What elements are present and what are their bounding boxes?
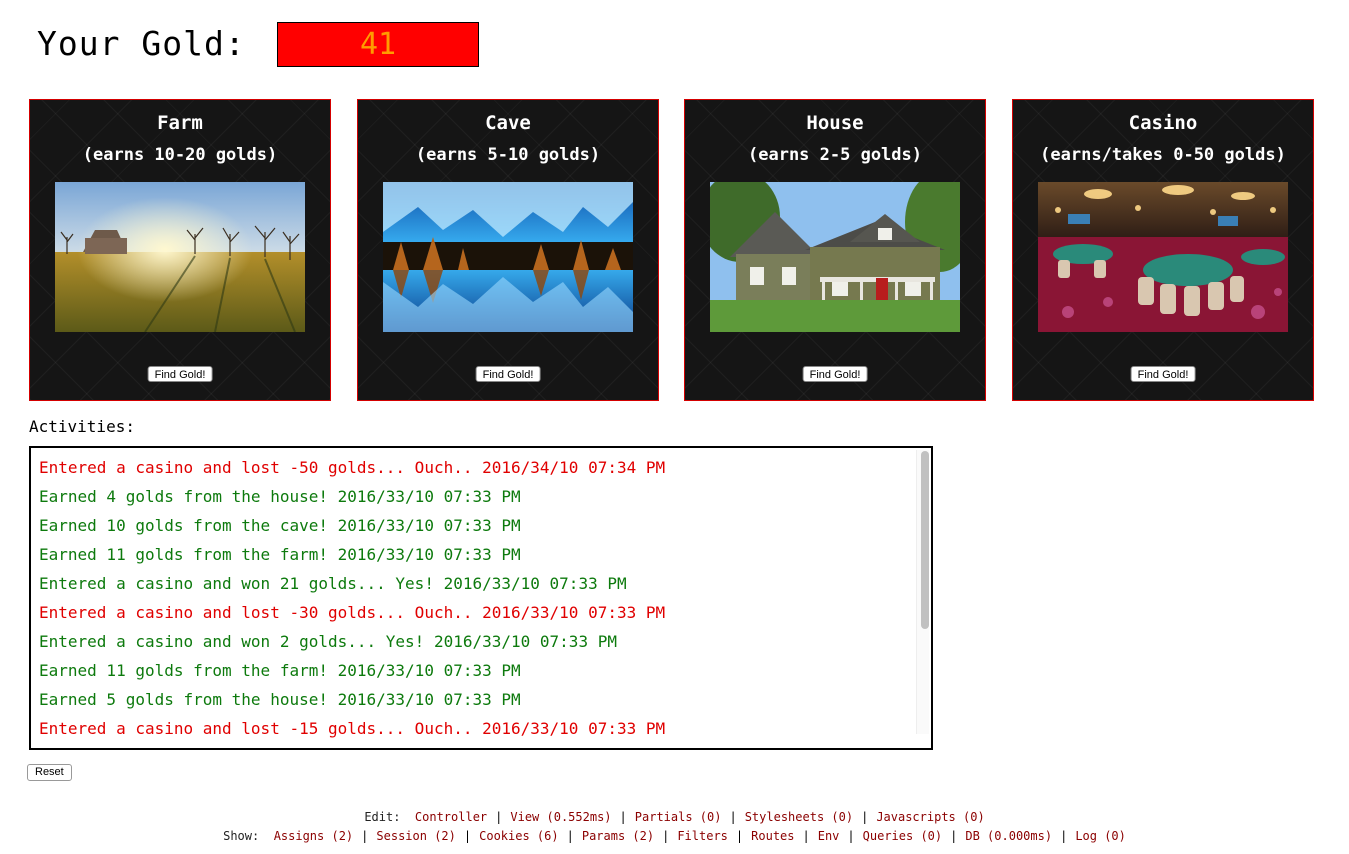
- separator: |: [847, 829, 855, 843]
- separator: |: [662, 829, 670, 843]
- scrollbar-thumb[interactable]: [921, 451, 929, 629]
- activity-item: Earned 5 golds from the house! 2016/33/1…: [39, 690, 521, 709]
- farm-card: Farm (earns 10-20 golds) Find Gold!: [29, 99, 331, 401]
- separator: |: [950, 829, 958, 843]
- card-title: Casino: [1128, 112, 1198, 134]
- separator: |: [619, 810, 627, 824]
- debug-show-link[interactable]: Assigns (2): [274, 829, 353, 843]
- separator: |: [495, 810, 503, 824]
- debug-show-link[interactable]: Params (2): [582, 829, 654, 843]
- activity-log[interactable]: Entered a casino and lost -50 golds... O…: [29, 446, 933, 750]
- debug-show-link[interactable]: DB (0.000ms): [965, 829, 1052, 843]
- debug-edit-link[interactable]: Controller: [415, 810, 487, 824]
- separator: |: [861, 810, 869, 824]
- separator: |: [361, 829, 369, 843]
- debug-edit-label: Edit:: [364, 810, 401, 824]
- activity-list: Entered a casino and lost -50 golds... O…: [39, 453, 913, 743]
- debug-edit-link[interactable]: View (0.552ms): [510, 810, 611, 824]
- debug-edit-bar: Edit: Controller | View (0.552ms) | Partials…: [0, 810, 1349, 824]
- casino-image: [1038, 182, 1288, 332]
- activity-item: Entered a casino and won 2 golds... Yes!…: [39, 632, 617, 651]
- activity-item: Earned 4 golds from the house! 2016/33/1…: [39, 487, 521, 506]
- debug-show-link[interactable]: Cookies (6): [479, 829, 558, 843]
- card-title: Farm: [157, 112, 203, 134]
- separator: |: [729, 810, 737, 824]
- activity-item: Entered a casino and won 21 golds... Yes…: [39, 574, 627, 593]
- house-image: [710, 182, 960, 332]
- debug-show-link[interactable]: Queries (0): [863, 829, 942, 843]
- separator: |: [463, 829, 472, 843]
- activity-item: Earned 10 golds from the cave! 2016/33/1…: [39, 516, 521, 535]
- card-subtitle: (earns/takes 0-50 golds): [1040, 145, 1286, 165]
- card-subtitle: (earns 2-5 golds): [748, 145, 922, 165]
- house-find-gold-button[interactable]: Find Gold!: [802, 366, 868, 382]
- farm-find-gold-button[interactable]: Find Gold!: [147, 366, 213, 382]
- separator: |: [566, 829, 574, 843]
- debug-edit-link[interactable]: Stylesheets (0): [745, 810, 853, 824]
- gold-label: Your Gold:: [37, 24, 246, 63]
- debug-show-link[interactable]: Session (2): [376, 829, 455, 843]
- separator: |: [735, 829, 744, 843]
- cave-find-gold-button[interactable]: Find Gold!: [475, 366, 541, 382]
- activity-item: Entered a casino and lost -50 golds... O…: [39, 458, 666, 477]
- activity-item: Entered a casino and lost -15 golds... O…: [39, 719, 666, 738]
- card-title: House: [806, 112, 864, 134]
- card-title: Cave: [485, 112, 531, 134]
- activity-item: Earned 11 golds from the farm! 2016/33/1…: [39, 661, 521, 680]
- gold-counter: 41: [277, 22, 479, 67]
- casino-card: Casino (earns/takes 0-50 golds) Find Gol…: [1012, 99, 1314, 401]
- activity-item: Earned 11 golds from the farm! 2016/33/1…: [39, 545, 521, 564]
- debug-show-bar: Show: Assigns (2) | Session (2) | Cookies (6…: [0, 829, 1349, 843]
- debug-show-link[interactable]: Env: [818, 829, 840, 843]
- house-card: House (earns 2-5 golds) Find Gold!: [684, 99, 986, 401]
- cave-card: Cave (earns 5-10 golds) Find Gold!: [357, 99, 659, 401]
- separator: |: [1060, 829, 1068, 843]
- farm-image: [55, 182, 305, 332]
- card-subtitle: (earns 5-10 golds): [415, 145, 601, 165]
- debug-edit-link[interactable]: Partials (0): [635, 810, 722, 824]
- debug-edit-link[interactable]: Javascripts (0): [876, 810, 984, 824]
- debug-show-link[interactable]: Filters: [677, 829, 728, 843]
- debug-show-link[interactable]: Routes: [751, 829, 794, 843]
- activity-item: Entered a casino and lost -30 golds... O…: [39, 603, 666, 622]
- activities-label: Activities:: [29, 417, 135, 436]
- reset-button[interactable]: Reset: [27, 764, 72, 781]
- debug-show-link[interactable]: Log (0): [1075, 829, 1126, 843]
- casino-find-gold-button[interactable]: Find Gold!: [1130, 366, 1196, 382]
- debug-show-label: Show:: [223, 829, 260, 843]
- separator: |: [802, 829, 810, 843]
- card-subtitle: (earns 10-20 golds): [82, 145, 278, 165]
- cave-image: [383, 182, 633, 332]
